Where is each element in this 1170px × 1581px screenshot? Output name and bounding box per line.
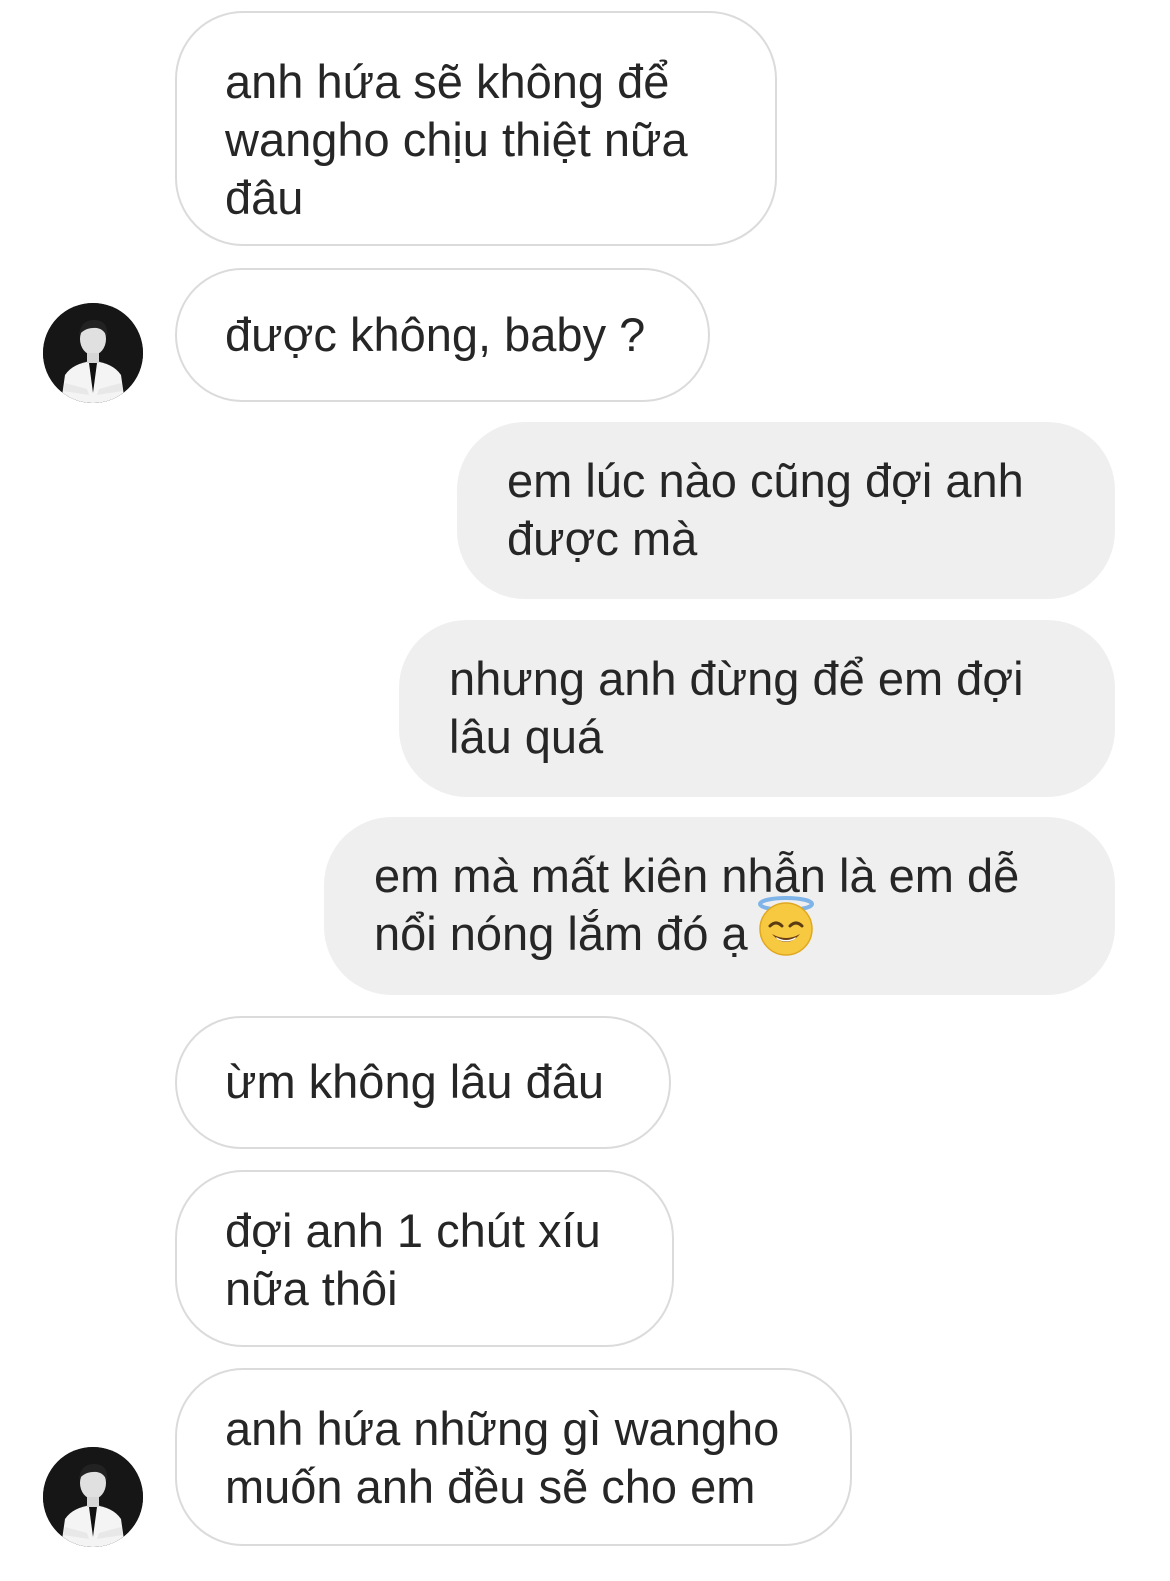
message-text-line: nổi nóng lắm đó ạ (374, 896, 1115, 969)
message-text: nhưng anh đừng để em đợi (449, 652, 1024, 705)
message-text: được không, baby ? (225, 308, 646, 361)
message-bubble-outgoing[interactable]: em mà mất kiên nhẫn là em dễ nổi nóng lắ… (324, 817, 1115, 995)
sender-avatar[interactable] (43, 1447, 143, 1547)
message-text: lâu quá (449, 710, 604, 763)
message-text: em mà mất kiên nhẫn là em dễ (374, 849, 1020, 902)
message-text: nữa thôi (225, 1262, 398, 1315)
sender-avatar[interactable] (43, 303, 143, 403)
message-bubble-incoming[interactable]: anh hứa những gì wangho muốn anh đều sẽ … (175, 1368, 852, 1546)
message-bubble-incoming[interactable]: đợi anh 1 chút xíu nữa thôi (175, 1170, 674, 1347)
message-text: muốn anh đều sẽ cho em (225, 1460, 756, 1513)
message-bubble-outgoing[interactable]: em lúc nào cũng đợi anh được mà (457, 422, 1115, 599)
message-text: ừm không lâu đâu (225, 1055, 604, 1108)
message-bubble-outgoing[interactable]: nhưng anh đừng để em đợi lâu quá (399, 620, 1115, 797)
message-text: wangho chịu thiệt nữa (225, 113, 688, 166)
message-bubble-incoming[interactable]: anh hứa sẽ không để wangho chịu thiệt nữ… (175, 11, 777, 246)
smiling-face-with-halo-icon (756, 896, 816, 969)
message-text: đâu (225, 171, 304, 224)
message-bubble-incoming[interactable]: ừm không lâu đâu (175, 1016, 671, 1149)
message-text: em lúc nào cũng đợi anh (507, 454, 1024, 507)
message-text: đợi anh 1 chút xíu (225, 1204, 601, 1257)
message-text: anh hứa sẽ không để (225, 55, 670, 108)
message-text: được mà (507, 512, 698, 565)
message-bubble-incoming[interactable]: được không, baby ? (175, 268, 710, 402)
message-text: anh hứa những gì wangho (225, 1402, 780, 1455)
message-text: nổi nóng lắm đó ạ (374, 907, 748, 960)
